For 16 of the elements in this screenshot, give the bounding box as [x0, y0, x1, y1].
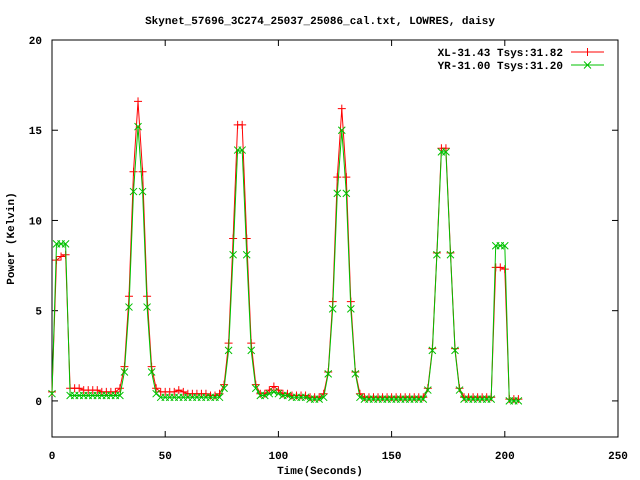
x-axis-label: Time(Seconds) [277, 466, 363, 478]
tick-label: 100 [268, 451, 288, 463]
tick-label: 15 [28, 126, 42, 138]
tick-label: 10 [28, 216, 42, 228]
tick-label: 0 [35, 396, 42, 409]
tick-label: 50 [158, 451, 172, 463]
tick-label: 20 [28, 36, 42, 48]
legend-label: YR-31.00 Tsys:31.20 [438, 61, 563, 73]
tick-label: 5 [35, 306, 42, 319]
tick-label: 0 [48, 451, 56, 463]
tick-label: 250 [608, 451, 628, 463]
tick-label: 150 [382, 451, 402, 463]
y-axis-label: Power (Kelvin) [6, 192, 18, 285]
chart-title: Skynet_57696_3C274_25037_25086_cal.txt, LOWRES, daisy [145, 16, 495, 28]
tick-label: 200 [494, 451, 515, 463]
legend-label: XL-31.43 Tsys:31.82 [438, 48, 563, 60]
